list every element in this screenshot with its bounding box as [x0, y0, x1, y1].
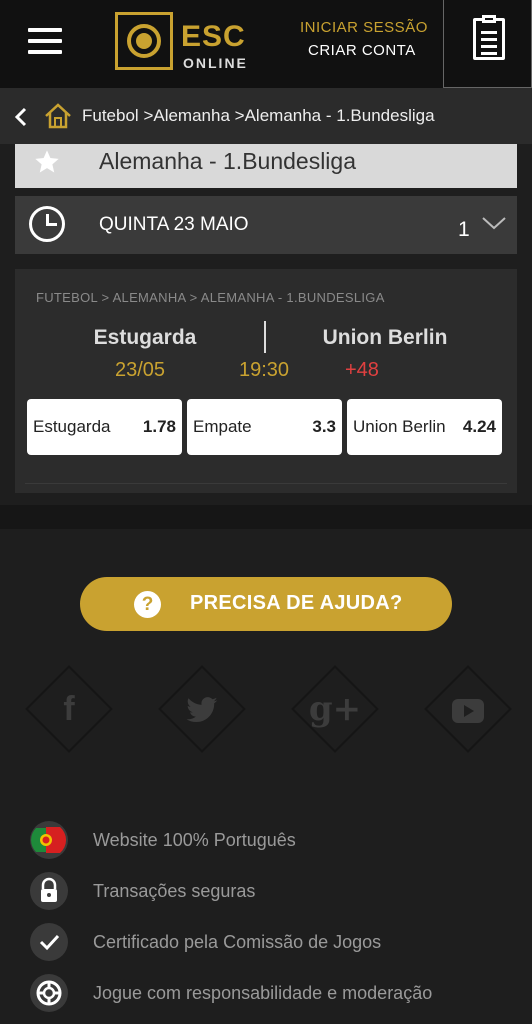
match-date: 23/05: [115, 359, 166, 381]
youtube-icon[interactable]: [424, 665, 512, 753]
league-title: Alemanha - 1.Bundesliga: [99, 148, 356, 174]
feature-certified: Certificado pela Comissão de Jogos: [30, 923, 510, 963]
breadcrumb-item-alemanha[interactable]: >Alemanha: [143, 106, 229, 125]
odd-value: 1.78: [142, 417, 176, 436]
match-breadcrumb: FUTEBOL > ALEMANHA > ALEMANHA - 1.BUNDES…: [36, 290, 385, 305]
register-link[interactable]: CRIAR CONTA: [308, 42, 416, 59]
top-header: ESC ONLINE INICIAR SESSÃO CRIAR CONTA: [0, 0, 532, 88]
feature-responsible: Jogue com responsabilidade e moderação: [30, 974, 510, 1014]
feature-text: Transações seguras: [93, 881, 256, 901]
feature-text: Website 100% Português: [93, 830, 296, 850]
date-group-label: QUINTA 23 MAIO: [99, 214, 249, 235]
favorite-star-icon[interactable]: [33, 148, 61, 183]
logo[interactable]: ESC ONLINE: [115, 12, 250, 74]
feature-text: Certificado pela Comissão de Jogos: [93, 932, 382, 952]
feature-portuguese: Website 100% Português: [30, 821, 510, 861]
match-card[interactable]: FUTEBOL > ALEMANHA > ALEMANHA - 1.BUNDES…: [15, 269, 517, 493]
teams-divider: [264, 321, 266, 353]
more-markets-link[interactable]: +48: [345, 359, 379, 382]
odd-value: 3.3: [312, 417, 336, 436]
betslip-button[interactable]: [443, 0, 532, 88]
odd-label: Empate: [193, 417, 252, 436]
home-team-name: Estugarda: [93, 326, 197, 349]
home-icon[interactable]: [44, 102, 72, 135]
card-divider: [25, 483, 507, 484]
date-group-header[interactable]: QUINTA 23 MAIO 1: [15, 196, 517, 254]
clipboard-icon: [473, 15, 505, 60]
odd-button-draw[interactable]: Empate 3.3: [187, 399, 342, 455]
feature-text: Jogue com responsabilidade e moderação: [93, 983, 433, 1003]
league-header[interactable]: Alemanha - 1.Bundesliga: [15, 144, 517, 188]
odd-label: Union Berlin: [353, 417, 446, 436]
lifebuoy-icon: [30, 974, 68, 1012]
breadcrumb-item-futebol[interactable]: Futebol: [82, 106, 139, 125]
login-link[interactable]: INICIAR SESSÃO: [300, 19, 428, 36]
clock-icon: [29, 206, 65, 242]
odd-label: Estugarda: [33, 417, 111, 436]
back-chevron-icon[interactable]: [14, 106, 28, 134]
portugal-flag-icon: [30, 821, 68, 859]
date-group-count: 1: [458, 218, 470, 241]
breadcrumb-item-bundesliga[interactable]: >Alemanha - 1.Bundesliga: [235, 106, 435, 125]
lock-icon: [30, 872, 68, 910]
match-time: 19:30: [239, 359, 290, 381]
hamburger-menu-icon[interactable]: [28, 28, 62, 58]
checkmark-icon: [30, 923, 68, 961]
google-plus-icon[interactable]: g+: [291, 665, 379, 753]
feature-secure: Transações seguras: [30, 872, 510, 912]
section-divider: [0, 505, 532, 529]
odd-button-away[interactable]: Union Berlin 4.24: [347, 399, 502, 455]
breadcrumb: Futebol >Alemanha >Alemanha - 1.Bundesli…: [0, 88, 532, 144]
help-button-label: PRECISA DE AJUDA?: [190, 592, 403, 614]
logo-mark-icon: [115, 12, 173, 70]
odd-value: 4.24: [462, 417, 496, 436]
away-team-name: Union Berlin: [322, 326, 448, 349]
help-button[interactable]: ? PRECISA DE AJUDA?: [80, 577, 452, 631]
chevron-down-icon[interactable]: [481, 215, 506, 235]
twitter-icon[interactable]: [158, 665, 246, 753]
facebook-icon[interactable]: f: [25, 665, 113, 753]
logo-main-text: ESC: [181, 20, 246, 53]
odd-button-home[interactable]: Estugarda 1.78: [27, 399, 182, 455]
question-icon: ?: [134, 591, 161, 618]
logo-sub-text: ONLINE: [183, 55, 248, 71]
